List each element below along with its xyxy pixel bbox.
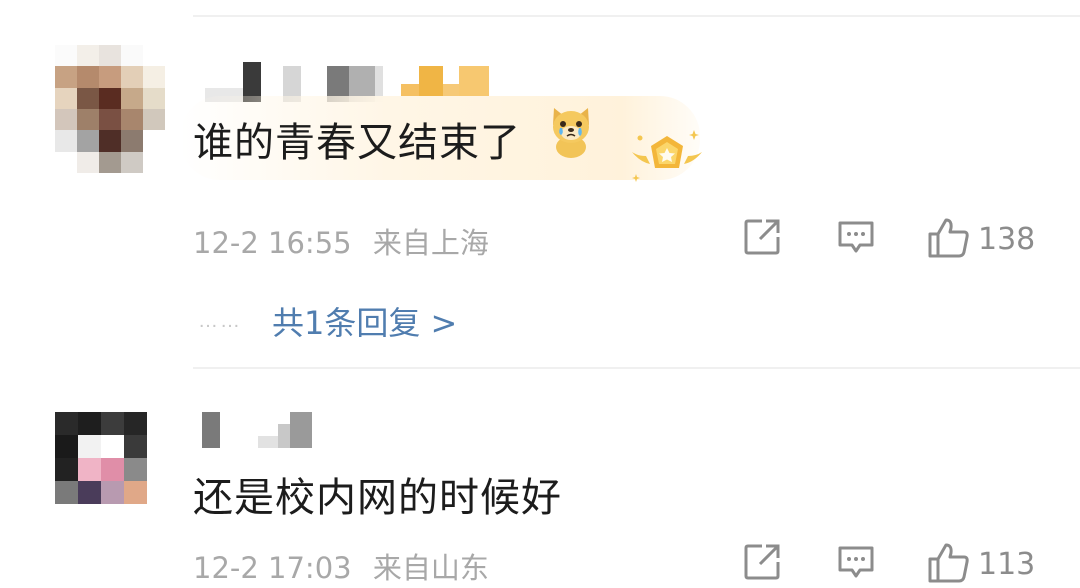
username-redacted[interactable] — [202, 412, 312, 448]
thumbs-up-icon[interactable] — [926, 216, 970, 263]
view-replies-link[interactable]: 共1条回复 > — [272, 298, 457, 344]
comment-meta: 12-2 17:03 来自山东 — [193, 545, 489, 587]
timestamp: 12-2 16:55 — [193, 226, 352, 260]
comment-actions: 113 — [742, 541, 1035, 588]
like-count: 138 — [978, 222, 1036, 257]
location: 来自上海 — [372, 226, 489, 260]
comment-icon[interactable] — [836, 217, 876, 262]
comment-actions: 138 — [742, 216, 1035, 263]
comment-divider — [193, 367, 1080, 369]
top-divider — [193, 15, 1080, 17]
timestamp: 12-2 17:03 — [193, 551, 352, 585]
avatar[interactable] — [55, 45, 165, 173]
avatar[interactable] — [55, 412, 147, 504]
comment-meta: 12-2 16:55 来自上海 — [193, 220, 489, 262]
replies-row: …… 共1条回复 > — [198, 298, 457, 344]
like-count: 113 — [978, 547, 1036, 582]
location: 来自山东 — [372, 551, 489, 585]
share-icon[interactable] — [742, 217, 782, 262]
crying-doge-emoji — [553, 108, 589, 158]
share-icon[interactable] — [742, 542, 782, 587]
replies-dots: …… — [198, 309, 242, 332]
comment-text: 谁的青春又结束了 — [193, 120, 521, 166]
comment-icon[interactable] — [836, 542, 876, 587]
thumbs-up-icon[interactable] — [926, 541, 970, 588]
comment-text: 还是校内网的时候好 — [193, 475, 562, 521]
gold-star-badge — [632, 130, 702, 182]
